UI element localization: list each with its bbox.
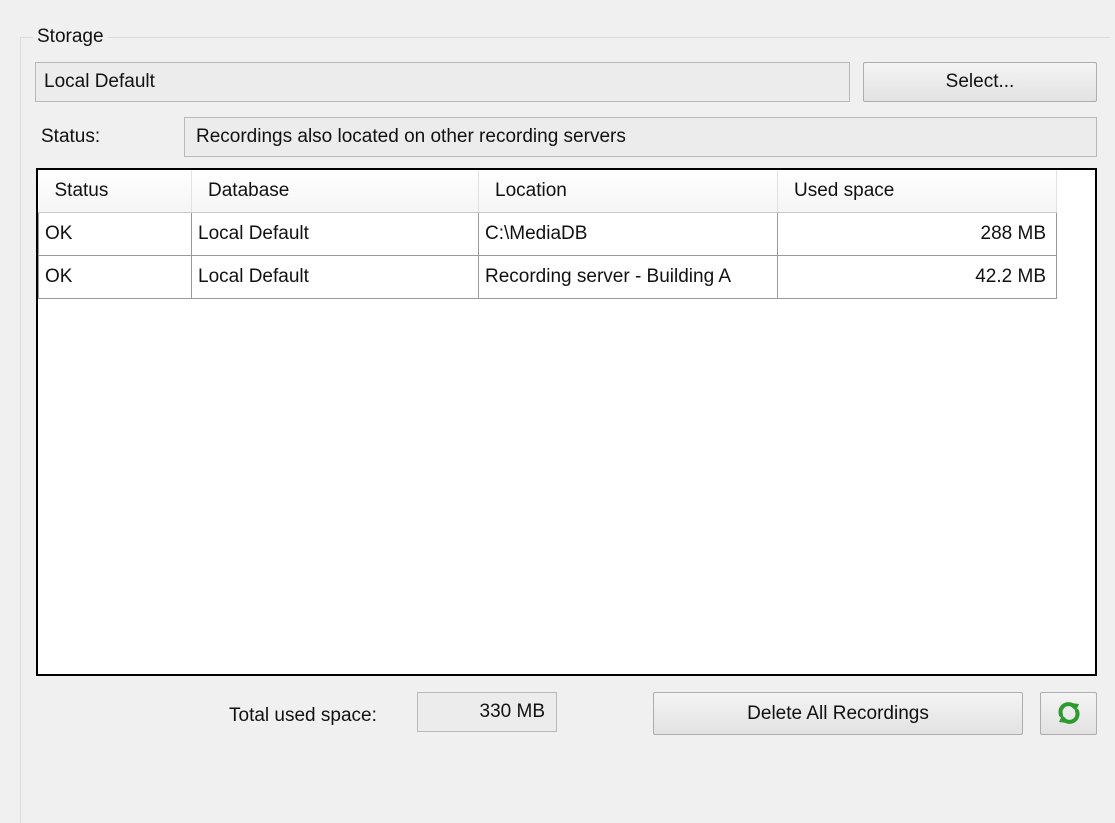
cell-status: OK: [38, 212, 192, 256]
recordings-table: Status Database Location Used space OK L…: [38, 170, 1057, 299]
cell-location: C:\MediaDB: [478, 212, 778, 256]
column-header-used-space[interactable]: Used space: [777, 170, 1057, 213]
storage-group-title: Storage: [33, 24, 108, 50]
refresh-icon: [1057, 702, 1080, 724]
column-header-location[interactable]: Location: [478, 170, 778, 213]
recordings-grid[interactable]: Status Database Location Used space OK L…: [36, 168, 1097, 676]
column-header-status[interactable]: Status: [38, 170, 192, 213]
cell-status: OK: [38, 255, 192, 299]
cell-location: Recording server - Building A: [478, 255, 778, 299]
refresh-button[interactable]: [1040, 692, 1097, 735]
status-value-field: Recordings also located on other recordi…: [184, 117, 1097, 157]
total-used-space-label: Total used space:: [229, 705, 377, 726]
table-row[interactable]: OK Local Default C:\MediaDB 288 MB: [38, 212, 1057, 256]
cell-used-space: 288 MB: [777, 212, 1057, 256]
table-header-row: Status Database Location Used space: [38, 170, 1057, 213]
table-row[interactable]: OK Local Default Recording server - Buil…: [38, 255, 1057, 299]
total-used-space-value: 330 MB: [417, 692, 557, 732]
cell-database: Local Default: [191, 255, 479, 299]
delete-all-recordings-button[interactable]: Delete All Recordings: [653, 692, 1023, 735]
column-header-database[interactable]: Database: [191, 170, 479, 213]
cell-database: Local Default: [191, 212, 479, 256]
storage-name-field: Local Default: [35, 62, 850, 102]
cell-used-space: 42.2 MB: [777, 255, 1057, 299]
select-storage-button[interactable]: Select...: [863, 62, 1097, 102]
status-label: Status:: [41, 126, 101, 147]
